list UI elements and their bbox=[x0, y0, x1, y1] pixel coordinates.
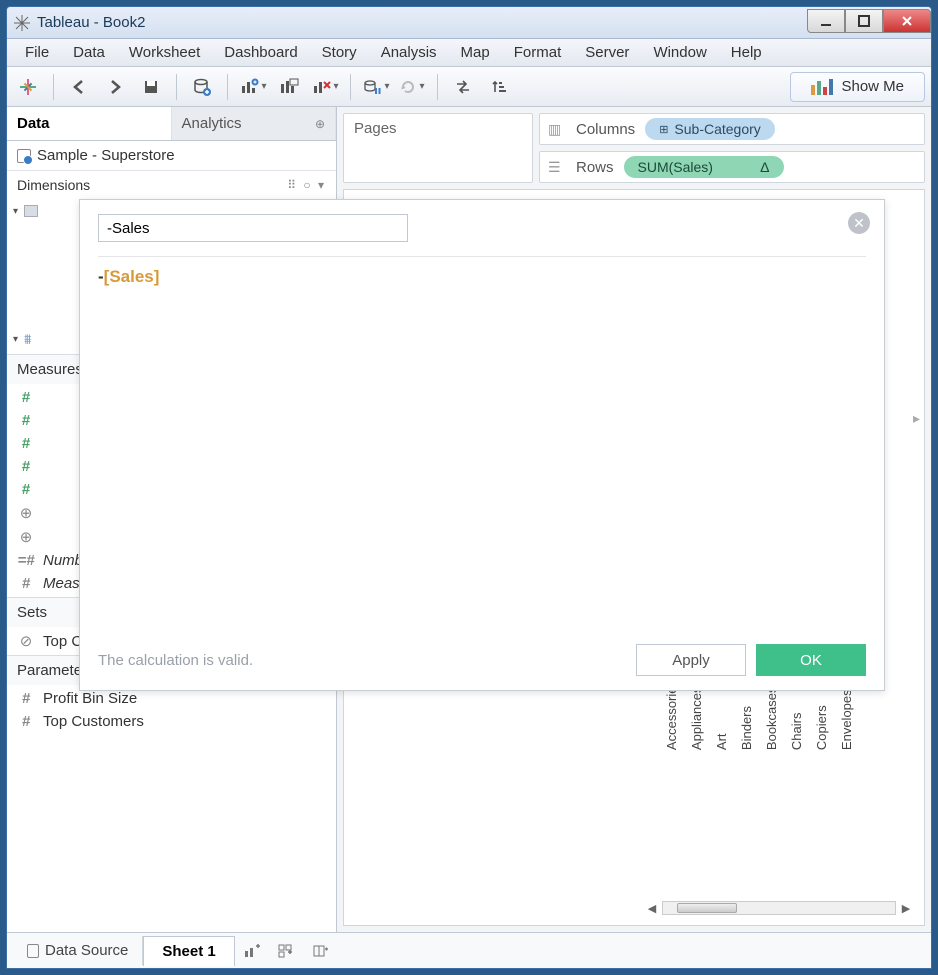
show-me-icon bbox=[811, 79, 833, 95]
pin-icon: ⊕ bbox=[315, 117, 325, 131]
number-icon: # bbox=[17, 412, 35, 429]
sheet-tab-active[interactable]: Sheet 1 bbox=[143, 936, 234, 966]
columns-shelf[interactable]: ▥ Columns ⊞ Sub-Category bbox=[539, 113, 925, 145]
calculation-editor-dialog: ✕ -[Sales] The calculation is valid. App… bbox=[79, 199, 885, 691]
save-button[interactable] bbox=[136, 73, 166, 101]
maximize-button[interactable] bbox=[845, 9, 883, 33]
columns-label: Columns bbox=[576, 121, 635, 138]
datasource-tab-icon bbox=[27, 944, 39, 958]
menu-bar: File Data Worksheet Dashboard Story Anal… bbox=[7, 39, 931, 67]
number-icon: # bbox=[17, 389, 35, 406]
menu-data[interactable]: Data bbox=[63, 40, 115, 65]
number-icon: # bbox=[17, 690, 35, 707]
globe-icon: ⊕ bbox=[17, 528, 35, 546]
parameters-list: #Profit Bin Size #Top Customers bbox=[7, 685, 336, 735]
expand-right-icon[interactable]: ▸ bbox=[913, 410, 920, 427]
swap-button[interactable] bbox=[448, 73, 478, 101]
calc-name-input[interactable] bbox=[98, 214, 408, 242]
new-story-tab-button[interactable] bbox=[303, 937, 337, 965]
tableau-icon bbox=[13, 14, 31, 32]
formula-field: [Sales] bbox=[104, 267, 160, 286]
scroll-thumb[interactable] bbox=[677, 903, 737, 913]
window-controls bbox=[807, 13, 931, 33]
rows-shelf[interactable]: ☰ Rows SUM(Sales) Δ bbox=[539, 151, 925, 183]
globe-icon: ⊕ bbox=[17, 504, 35, 522]
menu-analysis[interactable]: Analysis bbox=[371, 40, 447, 65]
number-icon: # bbox=[17, 435, 35, 452]
datasource-row[interactable]: Sample - Superstore bbox=[7, 141, 336, 170]
new-datasource-button[interactable] bbox=[187, 73, 217, 101]
rows-label: Rows bbox=[576, 159, 614, 176]
show-me-label: Show Me bbox=[841, 78, 904, 95]
calc-status: The calculation is valid. bbox=[98, 652, 253, 669]
scroll-right-icon[interactable]: ▶ bbox=[898, 900, 914, 916]
menu-format[interactable]: Format bbox=[504, 40, 572, 65]
ok-button[interactable]: OK bbox=[756, 644, 866, 676]
dimensions-label: Dimensions bbox=[17, 177, 90, 193]
sheets-bar: Data Source Sheet 1 bbox=[7, 932, 931, 968]
table-calc-icon: Δ bbox=[760, 159, 769, 175]
rows-pill[interactable]: SUM(Sales) Δ bbox=[624, 156, 784, 178]
scroll-track[interactable] bbox=[662, 901, 896, 915]
close-icon[interactable]: ✕ bbox=[848, 212, 870, 234]
tab-data[interactable]: Data bbox=[7, 107, 172, 140]
toolbar: Show Me bbox=[7, 67, 931, 107]
sort-asc-button[interactable] bbox=[484, 73, 514, 101]
expand-icon: ⊞ bbox=[659, 123, 668, 136]
columns-pill[interactable]: ⊞ Sub-Category bbox=[645, 118, 775, 140]
dimensions-tools[interactable]: ⠿ ○ ▾ bbox=[287, 178, 326, 192]
pause-updates-button[interactable] bbox=[361, 73, 391, 101]
columns-icon: ▥ bbox=[548, 121, 566, 138]
refresh-button[interactable] bbox=[397, 73, 427, 101]
new-dashboard-tab-button[interactable] bbox=[269, 937, 303, 965]
side-tabs: Data Analytics ⊕ bbox=[7, 107, 336, 141]
app-window: Tableau - Book2 File Data Worksheet Dash… bbox=[6, 6, 932, 969]
number-icon: # bbox=[17, 575, 35, 592]
menu-story[interactable]: Story bbox=[312, 40, 367, 65]
tableau-logo-button[interactable] bbox=[13, 73, 43, 101]
menu-server[interactable]: Server bbox=[575, 40, 639, 65]
client-area: Data Analytics ⊕ Sample - Superstore Dim… bbox=[7, 107, 931, 932]
new-worksheet-button[interactable] bbox=[238, 73, 268, 101]
titlebar: Tableau - Book2 bbox=[7, 7, 931, 39]
menu-window[interactable]: Window bbox=[643, 40, 716, 65]
new-worksheet-tab-button[interactable] bbox=[235, 937, 269, 965]
scroll-left-icon[interactable]: ◀ bbox=[644, 900, 660, 916]
datasource-tab[interactable]: Data Source bbox=[13, 936, 143, 965]
set-icon: ⊘ bbox=[17, 632, 35, 650]
menu-worksheet[interactable]: Worksheet bbox=[119, 40, 210, 65]
number-icon: # bbox=[17, 458, 35, 475]
menu-help[interactable]: Help bbox=[721, 40, 772, 65]
menu-dashboard[interactable]: Dashboard bbox=[214, 40, 307, 65]
forward-button[interactable] bbox=[100, 73, 130, 101]
number-icon: =# bbox=[17, 552, 35, 569]
tab-analytics[interactable]: Analytics ⊕ bbox=[172, 107, 337, 140]
tab-analytics-label: Analytics bbox=[182, 115, 242, 132]
apply-button[interactable]: Apply bbox=[636, 644, 746, 676]
folder-icon bbox=[24, 205, 38, 217]
number-icon: # bbox=[17, 481, 35, 498]
menu-file[interactable]: File bbox=[15, 40, 59, 65]
calc-formula-editor[interactable]: -[Sales] bbox=[98, 267, 866, 288]
window-title: Tableau - Book2 bbox=[37, 14, 145, 31]
clear-sheet-button[interactable] bbox=[310, 73, 340, 101]
dimensions-header: Dimensions ⠿ ○ ▾ bbox=[7, 170, 336, 199]
menu-map[interactable]: Map bbox=[451, 40, 500, 65]
datasource-icon bbox=[17, 149, 31, 163]
list-item[interactable]: #Top Customers bbox=[7, 710, 336, 733]
show-me-button[interactable]: Show Me bbox=[790, 72, 925, 102]
number-icon: # bbox=[17, 713, 35, 730]
minimize-button[interactable] bbox=[807, 9, 845, 33]
duplicate-sheet-button[interactable] bbox=[274, 73, 304, 101]
close-button[interactable] bbox=[883, 9, 931, 33]
rows-icon: ☰ bbox=[548, 159, 566, 176]
back-button[interactable] bbox=[64, 73, 94, 101]
datasource-name: Sample - Superstore bbox=[37, 147, 175, 164]
pages-shelf[interactable]: Pages bbox=[343, 113, 533, 183]
horizontal-scrollbar[interactable]: ◀ ▶ bbox=[644, 899, 914, 917]
hierarchy-icon: ⩩ bbox=[24, 331, 31, 348]
